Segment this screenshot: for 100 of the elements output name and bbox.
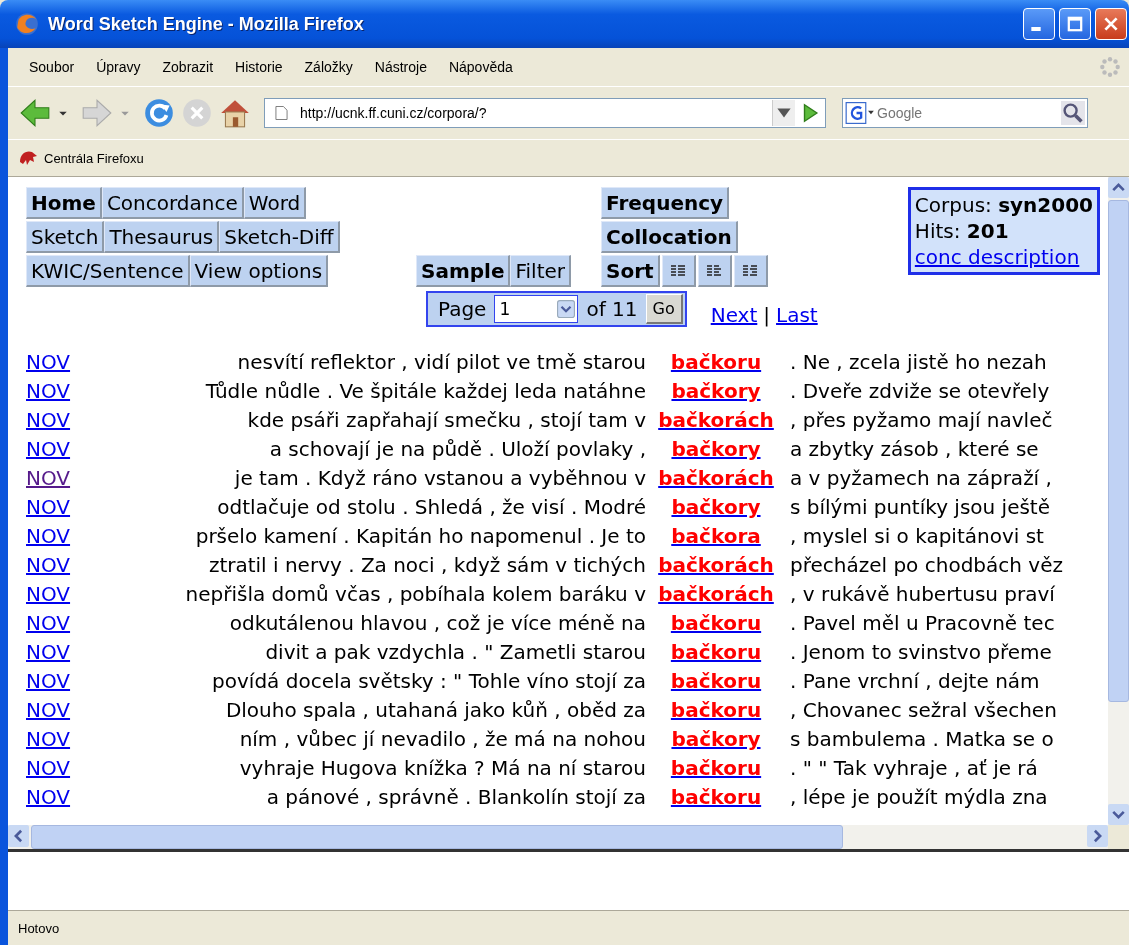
lines-icon — [742, 263, 759, 278]
last-link[interactable]: Last — [776, 303, 818, 327]
keyword-link[interactable]: bačkorách — [658, 408, 774, 432]
right-context: a zbytky zásob , které se — [790, 437, 1039, 461]
keyword-link[interactable]: bačkory — [671, 379, 761, 403]
vertical-scrollbar[interactable] — [1108, 177, 1129, 825]
reference-link[interactable]: NOV — [26, 611, 71, 635]
search-engine-icon[interactable] — [845, 101, 875, 125]
scroll-down-icon[interactable] — [1108, 804, 1129, 825]
scroll-left-icon[interactable] — [8, 825, 29, 847]
action-button[interactable]: Filter — [510, 255, 571, 287]
nav-button[interactable]: Sketch-Diff — [219, 221, 340, 253]
analysis-button[interactable]: Frequency — [601, 187, 730, 219]
keyword-link[interactable]: bačkory — [671, 437, 761, 461]
keyword-link[interactable]: bačkoru — [670, 640, 762, 664]
action-button[interactable]: Sample — [416, 255, 511, 287]
reload-icon[interactable] — [142, 96, 176, 130]
left-context: pršelo kamení . Kapitán ho napomenul . Je to — [195, 524, 646, 548]
address-field[interactable]: http://ucnk.ff.cuni.cz/corpora/? — [264, 98, 826, 128]
scroll-thumb[interactable] — [1108, 200, 1129, 702]
menu-item[interactable]: Nástroje — [363, 59, 438, 75]
reference-link[interactable]: NOV — [26, 495, 71, 519]
reference-link[interactable]: NOV — [26, 408, 71, 432]
keyword-link[interactable]: bačkoru — [670, 350, 762, 374]
sort-button[interactable] — [733, 255, 768, 287]
search-icon[interactable] — [1061, 101, 1085, 125]
scroll-up-icon[interactable] — [1108, 177, 1129, 198]
menu-item[interactable]: Historie — [224, 59, 294, 75]
menu-item[interactable]: Soubor — [18, 59, 86, 75]
bookmark-item[interactable]: Centrála Firefoxu — [18, 148, 144, 168]
nav-button[interactable]: Thesaurus — [104, 221, 220, 253]
page-label: Page — [438, 297, 487, 321]
nav-button[interactable]: Word — [243, 187, 307, 219]
reference-link[interactable]: NOV — [26, 698, 71, 722]
go-button[interactable]: Go — [645, 294, 683, 324]
sort-button[interactable] — [697, 255, 732, 287]
reference-link[interactable]: NOV — [26, 785, 71, 809]
keyword-link[interactable]: bačkoru — [670, 698, 762, 722]
nav-button[interactable]: View options — [189, 255, 329, 287]
corpus-name: Corpus: syn2000 — [914, 192, 1093, 218]
reference-link[interactable]: NOV — [26, 553, 71, 577]
left-context: odtlačuje od stolu . Shledá , že visí . Modré — [217, 495, 646, 519]
conc-description-link[interactable]: conc description — [914, 244, 1093, 270]
reference-link[interactable]: NOV — [26, 669, 71, 693]
keyword-link[interactable]: bačkoru — [670, 611, 762, 635]
nav-button[interactable]: Concordance — [101, 187, 244, 219]
sort-button[interactable] — [661, 255, 696, 287]
left-context: a schovají je na půdě . Uloží povlaky , — [269, 437, 646, 461]
scrollbar-corner — [1108, 825, 1129, 849]
page-select[interactable]: 1 — [494, 295, 579, 323]
menu-item[interactable]: Zobrazit — [151, 59, 225, 75]
reference-link[interactable]: NOV — [26, 640, 71, 664]
reference-link[interactable]: NOV — [26, 524, 71, 548]
minimize-button[interactable] — [1023, 8, 1055, 40]
right-context: . Pavel měl u Pracovně tec — [790, 611, 1055, 635]
right-context: a v pyžamech na zápraží , — [790, 466, 1052, 490]
lines-icon — [706, 263, 723, 278]
next-link[interactable]: Next — [710, 303, 758, 327]
keyword-link[interactable]: bačkorách — [658, 582, 774, 606]
keyword-link[interactable]: bačkora — [671, 524, 761, 548]
close-button[interactable] — [1095, 8, 1127, 40]
keyword-link[interactable]: bačkoru — [670, 785, 762, 809]
keyword-link[interactable]: bačkory — [671, 495, 761, 519]
reference-link[interactable]: NOV — [26, 466, 71, 490]
keyword-link[interactable]: bačkoru — [670, 756, 762, 780]
right-context: . Dveře zdviže se otevřely — [790, 379, 1050, 403]
left-context: povídá docela světsky : " Tohle víno stojí za — [212, 669, 646, 693]
menu-item[interactable]: Záložky — [293, 59, 364, 75]
menu-item[interactable]: Nápověda — [437, 59, 524, 75]
analysis-button[interactable]: Collocation — [601, 221, 738, 253]
menu-item[interactable]: Úpravy — [85, 59, 152, 75]
keyword-link[interactable]: bačkoru — [670, 669, 762, 693]
dropdown-icon — [557, 300, 576, 318]
back-icon[interactable] — [18, 96, 52, 130]
reference-link[interactable]: NOV — [26, 379, 71, 403]
keyword-link[interactable]: bačkory — [671, 727, 761, 751]
keyword-link[interactable]: bačkorách — [658, 466, 774, 490]
nav-button[interactable]: Home — [26, 187, 102, 219]
keyword-link[interactable]: bačkorách — [658, 553, 774, 577]
scroll-thumb[interactable] — [31, 825, 843, 849]
reference-link[interactable]: NOV — [26, 756, 71, 780]
url-text: http://ucnk.ff.cuni.cz/corpora/? — [300, 105, 488, 121]
reference-link[interactable]: NOV — [26, 582, 71, 606]
dropdown-icon[interactable] — [772, 100, 795, 126]
reference-link[interactable]: NOV — [26, 350, 71, 374]
left-context: nesvítí reflektor , vidí pilot ve tmě starou — [237, 350, 646, 374]
maximize-button[interactable] — [1059, 8, 1091, 40]
left-context: divit a pak vzdychla . " Zametli starou — [265, 640, 646, 664]
reference-link[interactable]: NOV — [26, 727, 71, 751]
horizontal-scrollbar[interactable] — [8, 825, 1108, 849]
analysis-button[interactable]: Sort — [601, 255, 660, 287]
nav-button[interactable]: Sketch — [26, 221, 105, 253]
page-icon — [275, 105, 288, 121]
window-title: Word Sketch Engine - Mozilla Firefox — [48, 13, 364, 35]
search-input[interactable]: Google — [875, 104, 1039, 122]
reference-link[interactable]: NOV — [26, 437, 71, 461]
left-context: a pánové , správně . Blankolín stojí za — [266, 785, 646, 809]
search-field[interactable]: Google — [842, 98, 1088, 128]
scroll-right-icon[interactable] — [1087, 825, 1108, 847]
nav-button[interactable]: KWIC/Sentence — [26, 255, 190, 287]
